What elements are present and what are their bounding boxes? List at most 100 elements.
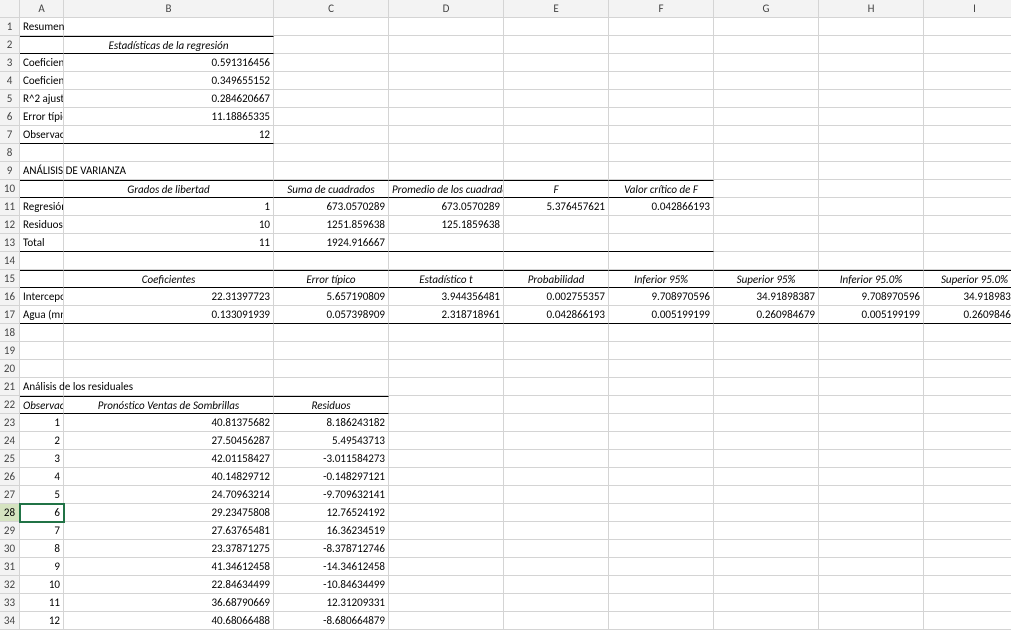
cell-D3[interactable]: [389, 54, 504, 72]
cell-B31[interactable]: 41.34612458: [64, 558, 274, 576]
cell-E7[interactable]: [504, 126, 609, 144]
cell-E9[interactable]: [504, 162, 609, 180]
cell-B29[interactable]: 27.63765481: [64, 522, 274, 540]
cell-H31[interactable]: [819, 558, 924, 576]
cell-A4[interactable]: Coeficiente de: [20, 72, 64, 90]
cell-E31[interactable]: [504, 558, 609, 576]
cell-D6[interactable]: [389, 108, 504, 126]
cell-F18[interactable]: [609, 324, 714, 342]
cell-C27[interactable]: -9.709632141: [274, 486, 389, 504]
cell-E13[interactable]: [504, 234, 609, 252]
cell-C1[interactable]: [274, 18, 389, 36]
row-header-34[interactable]: 34: [0, 612, 20, 630]
cell-B23[interactable]: 40.81375682: [64, 414, 274, 432]
cell-F16[interactable]: 9.708970596: [609, 288, 714, 306]
cell-C11[interactable]: 673.0570289: [274, 198, 389, 216]
cell-C30[interactable]: -8.378712746: [274, 540, 389, 558]
cell-B1[interactable]: [64, 18, 274, 36]
cell-C21[interactable]: [274, 378, 389, 396]
cell-B15[interactable]: Coeficientes: [64, 270, 274, 288]
cell-C34[interactable]: -8.680664879: [274, 612, 389, 630]
cell-D8[interactable]: [389, 144, 504, 162]
cell-F22[interactable]: [609, 396, 714, 414]
cell-B21[interactable]: [64, 378, 274, 396]
cell-G4[interactable]: [714, 72, 819, 90]
cell-B27[interactable]: 24.70963214: [64, 486, 274, 504]
cell-E1[interactable]: [504, 18, 609, 36]
cell-F2[interactable]: [609, 36, 714, 54]
cell-I16[interactable]: 34.91898387: [924, 288, 1011, 306]
cell-E2[interactable]: [504, 36, 609, 54]
cell-H4[interactable]: [819, 72, 924, 90]
row-header-25[interactable]: 25: [0, 450, 20, 468]
cell-C28[interactable]: 12.76524192: [274, 504, 389, 522]
cell-C5[interactable]: [274, 90, 389, 108]
cell-B17[interactable]: 0.133091939: [64, 306, 274, 324]
col-header-F[interactable]: F: [609, 0, 714, 18]
cell-E16[interactable]: 0.002755357: [504, 288, 609, 306]
cell-E8[interactable]: [504, 144, 609, 162]
cell-A22[interactable]: Observación: [20, 396, 64, 414]
cell-A10[interactable]: [20, 180, 64, 198]
cell-D34[interactable]: [389, 612, 504, 630]
cell-F25[interactable]: [609, 450, 714, 468]
cell-B11[interactable]: 1: [64, 198, 274, 216]
row-header-19[interactable]: 19: [0, 342, 20, 360]
cell-F29[interactable]: [609, 522, 714, 540]
cell-I1[interactable]: [924, 18, 1011, 36]
cell-C6[interactable]: [274, 108, 389, 126]
cell-I9[interactable]: [924, 162, 1011, 180]
cell-F10[interactable]: Valor crítico de F: [609, 180, 714, 198]
row-header-16[interactable]: 16: [0, 288, 20, 306]
row-header-4[interactable]: 4: [0, 72, 20, 90]
cell-H20[interactable]: [819, 360, 924, 378]
cell-D23[interactable]: [389, 414, 504, 432]
cell-E29[interactable]: [504, 522, 609, 540]
cell-B8[interactable]: [64, 144, 274, 162]
cell-B24[interactable]: 27.50456287: [64, 432, 274, 450]
cell-C2[interactable]: [274, 36, 389, 54]
cell-F4[interactable]: [609, 72, 714, 90]
row-header-22[interactable]: 22: [0, 396, 20, 414]
cell-D13[interactable]: [389, 234, 504, 252]
cell-B2[interactable]: Estadísticas de la regresión: [64, 36, 274, 54]
cell-G9[interactable]: [714, 162, 819, 180]
cell-A33[interactable]: 11: [20, 594, 64, 612]
cell-I13[interactable]: [924, 234, 1011, 252]
cell-A7[interactable]: Observaciones: [20, 126, 64, 144]
cell-I26[interactable]: [924, 468, 1011, 486]
cell-D11[interactable]: 673.0570289: [389, 198, 504, 216]
row-header-11[interactable]: 11: [0, 198, 20, 216]
cell-E4[interactable]: [504, 72, 609, 90]
col-header-I[interactable]: I: [924, 0, 1011, 18]
row-header-3[interactable]: 3: [0, 54, 20, 72]
cell-G21[interactable]: [714, 378, 819, 396]
row-header-12[interactable]: 12: [0, 216, 20, 234]
cell-A30[interactable]: 8: [20, 540, 64, 558]
cell-E15[interactable]: Probabilidad: [504, 270, 609, 288]
cell-I6[interactable]: [924, 108, 1011, 126]
cell-E30[interactable]: [504, 540, 609, 558]
cell-F23[interactable]: [609, 414, 714, 432]
cell-I8[interactable]: [924, 144, 1011, 162]
cell-A24[interactable]: 2: [20, 432, 64, 450]
cell-F27[interactable]: [609, 486, 714, 504]
cell-F5[interactable]: [609, 90, 714, 108]
row-header-29[interactable]: 29: [0, 522, 20, 540]
cell-F34[interactable]: [609, 612, 714, 630]
cell-D12[interactable]: 125.1859638: [389, 216, 504, 234]
cell-C32[interactable]: -10.84634499: [274, 576, 389, 594]
row-header-2[interactable]: 2: [0, 36, 20, 54]
cell-A14[interactable]: [20, 252, 64, 270]
cell-C12[interactable]: 1251.859638: [274, 216, 389, 234]
cell-F7[interactable]: [609, 126, 714, 144]
cell-I4[interactable]: [924, 72, 1011, 90]
cell-B5[interactable]: 0.284620667: [64, 90, 274, 108]
cell-D2[interactable]: [389, 36, 504, 54]
cell-F14[interactable]: [609, 252, 714, 270]
row-header-18[interactable]: 18: [0, 324, 20, 342]
cell-E6[interactable]: [504, 108, 609, 126]
cell-E14[interactable]: [504, 252, 609, 270]
cell-C8[interactable]: [274, 144, 389, 162]
cell-C9[interactable]: [274, 162, 389, 180]
